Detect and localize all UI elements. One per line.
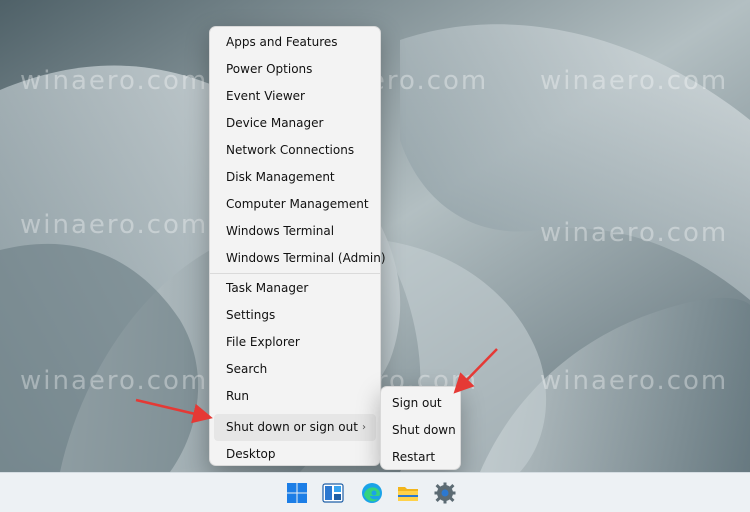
menu-item-network-connections[interactable]: Network Connections [214,137,376,164]
menu-item-event-viewer[interactable]: Event Viewer [214,83,376,110]
watermark: winaero.com [20,66,209,96]
settings-gear-icon[interactable] [433,481,457,505]
menu-item-computer-management[interactable]: Computer Management [214,191,376,218]
menu-item-disk-management[interactable]: Disk Management [214,164,376,191]
widgets-icon[interactable] [321,481,345,505]
menu-item-power-options[interactable]: Power Options [214,56,376,83]
taskbar [0,472,750,512]
submenu-item-restart[interactable]: Restart [384,444,457,471]
menu-item-file-explorer[interactable]: File Explorer [214,329,376,356]
menu-item-windows-terminal[interactable]: Windows Terminal [214,218,376,245]
chevron-right-icon: › [362,422,366,433]
menu-item-run[interactable]: Run [214,383,376,410]
windows-start-icon[interactable] [285,481,309,505]
edge-icon[interactable] [360,481,384,505]
desktop: winaero.com winaero.com winaero.com wina… [0,0,750,512]
menu-item-task-manager[interactable]: Task Manager [214,275,376,302]
menu-item-device-manager[interactable]: Device Manager [214,110,376,137]
watermark: winaero.com [540,66,729,96]
menu-separator [210,273,380,274]
menu-item-shut-down-or-sign-out[interactable]: Shut down or sign out › [214,414,376,441]
menu-item-windows-terminal-admin[interactable]: Windows Terminal (Admin) [214,245,386,272]
menu-item-label: Shut down or sign out [226,420,358,434]
watermark: winaero.com [540,366,729,396]
file-explorer-icon[interactable] [396,481,420,505]
menu-item-apps-and-features[interactable]: Apps and Features [214,29,376,56]
winx-context-menu: Apps and Features Power Options Event Vi… [209,26,386,468]
shutdown-submenu: Sign out Shut down Restart [380,386,461,470]
watermark: winaero.com [20,210,209,240]
menu-item-desktop[interactable]: Desktop [214,441,376,468]
menu-item-settings[interactable]: Settings [214,302,376,329]
submenu-item-sign-out[interactable]: Sign out [384,390,457,417]
watermark: winaero.com [540,218,729,248]
submenu-item-shut-down[interactable]: Shut down [384,417,457,444]
watermark: winaero.com [20,366,209,396]
menu-item-search[interactable]: Search [214,356,376,383]
